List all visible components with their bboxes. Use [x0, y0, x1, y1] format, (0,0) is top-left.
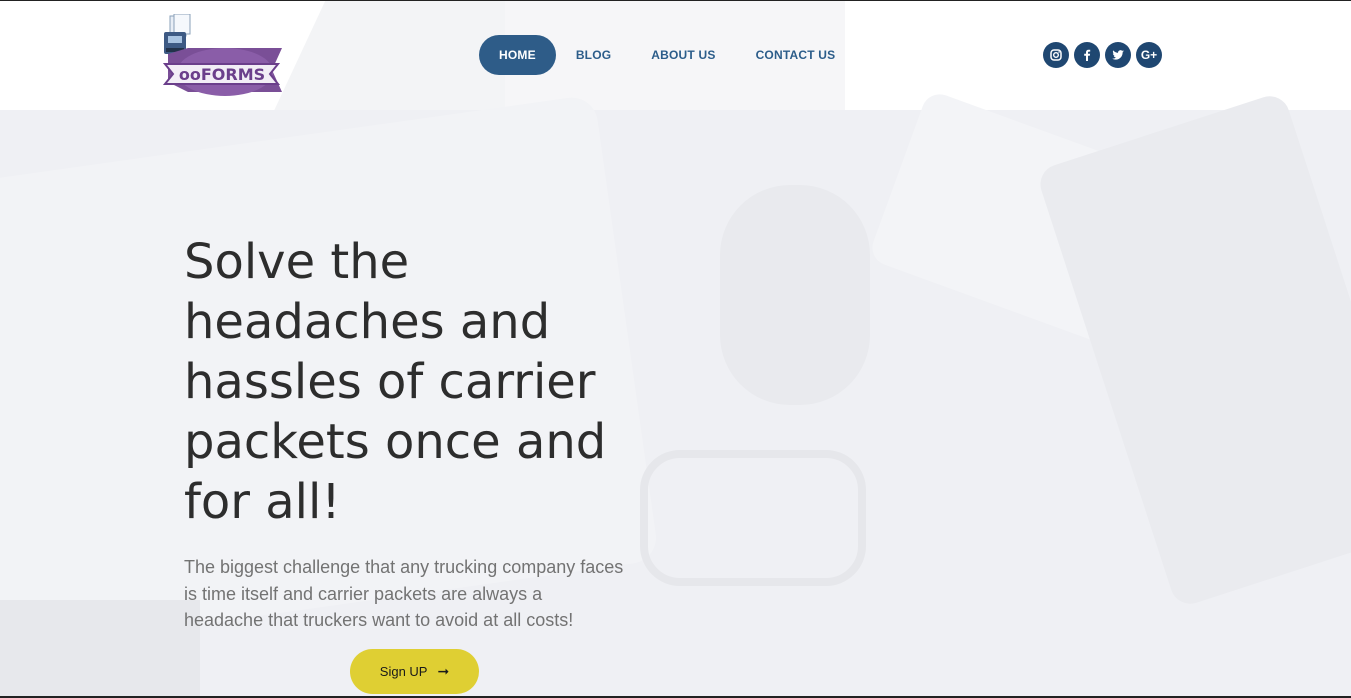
sign-up-button[interactable]: Sign UP ➞ [350, 649, 479, 694]
hero-title: Solve the headaches and hassles of carri… [184, 232, 654, 532]
social-links: G+ [1043, 42, 1162, 68]
sign-up-label: Sign UP [379, 664, 428, 679]
hero-description: The biggest challenge that any trucking … [184, 557, 624, 630]
logo-graphic: ooFORMS [162, 13, 282, 96]
nav-about-us[interactable]: ABOUT US [631, 35, 735, 75]
nav-blog[interactable]: BLOG [556, 35, 631, 75]
hero-title-line: headaches and [184, 294, 551, 350]
facebook-icon[interactable] [1074, 42, 1100, 68]
twitter-icon[interactable] [1105, 42, 1131, 68]
site-header: ooFORMS HOME BLOG ABOUT US CONTACT US G+ [0, 0, 1351, 110]
hero-title-line: Solve the [184, 234, 410, 290]
arrow-right-icon: ➞ [437, 663, 450, 679]
instagram-icon[interactable] [1043, 42, 1069, 68]
logo-text: ooFORMS [179, 65, 265, 84]
hero-section: Solve the headaches and hassles of carri… [184, 232, 654, 634]
hero-title-line: packets once and [184, 414, 607, 470]
nav-contact-us[interactable]: CONTACT US [736, 35, 856, 75]
main-nav: HOME BLOG ABOUT US CONTACT US [479, 35, 855, 75]
hero-title-line: hassles of carrier [184, 354, 596, 410]
google-plus-icon[interactable]: G+ [1136, 42, 1162, 68]
nav-home[interactable]: HOME [479, 35, 556, 75]
hero-title-line: for all! [184, 474, 341, 530]
oo-forms-logo[interactable]: ooFORMS [162, 13, 284, 98]
page-top-border [0, 0, 1351, 1]
